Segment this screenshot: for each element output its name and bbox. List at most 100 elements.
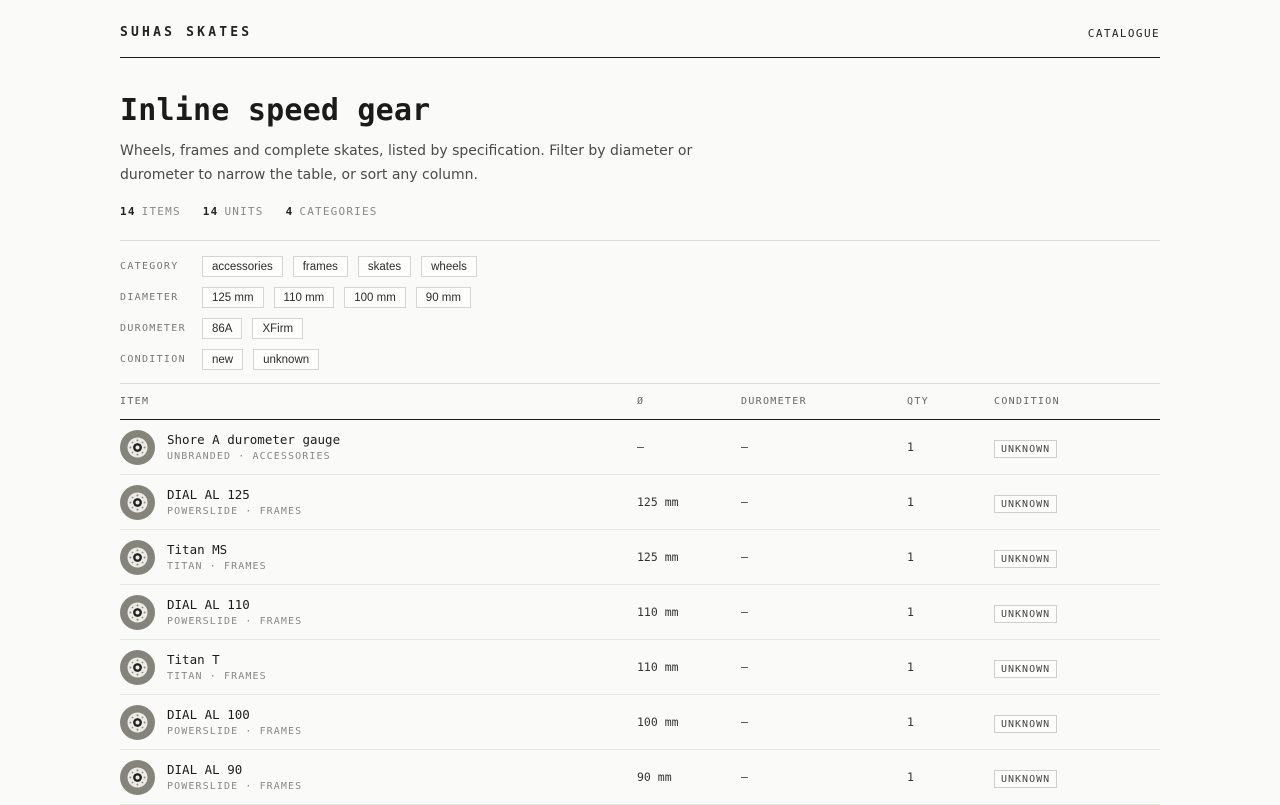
stat-value: 14 bbox=[202, 205, 219, 218]
item-name: DIAL AL 110 bbox=[167, 596, 250, 612]
diameter-cell: 100 mm bbox=[637, 715, 679, 729]
item-text: Titan MS TITAN · FRAMES bbox=[167, 542, 267, 573]
stat-value: 4 bbox=[285, 205, 294, 218]
table-row[interactable]: Titan MS TITAN · FRAMES 125 mm — 1 UNKNO… bbox=[120, 530, 1160, 585]
condition-badge: UNKNOWN bbox=[994, 604, 1058, 623]
filter-row-category: CATEGORY accessories frames skates wheel… bbox=[120, 255, 1160, 278]
item-name: Titan MS bbox=[167, 541, 228, 557]
item-text: Titan T TITAN · FRAMES bbox=[167, 652, 267, 683]
table-row[interactable]: DIAL AL 100 POWERSLIDE · FRAMES 100 mm —… bbox=[120, 695, 1160, 750]
column-header-condition[interactable]: CONDITION bbox=[994, 396, 1160, 407]
filter-chip-skates[interactable]: skates bbox=[357, 256, 412, 277]
filter-chip-frames[interactable]: frames bbox=[292, 256, 348, 277]
item-text: DIAL AL 100 POWERSLIDE · FRAMES bbox=[167, 707, 302, 738]
filter-chip-wheels[interactable]: wheels bbox=[421, 256, 477, 277]
filter-chip-86a[interactable]: 86A bbox=[202, 318, 243, 339]
condition-badge: UNKNOWN bbox=[994, 714, 1058, 733]
item-name: DIAL AL 125 bbox=[167, 486, 250, 502]
site-header: SUHAS SKATES CATALOGUE bbox=[120, 0, 1160, 58]
stat-units: 14 UNITS bbox=[203, 205, 264, 218]
column-header-durometer[interactable]: DUROMETER bbox=[741, 396, 907, 407]
durometer-cell: — bbox=[741, 605, 748, 619]
page-intro: Wheels, frames and complete skates, list… bbox=[120, 143, 693, 183]
stat-label: UNITS bbox=[224, 205, 264, 218]
item-cell: DIAL AL 100 POWERSLIDE · FRAMES bbox=[120, 704, 637, 740]
diameter-cell: 125 mm bbox=[637, 550, 679, 564]
durometer-cell: — bbox=[741, 550, 748, 564]
durometer-cell: — bbox=[741, 495, 748, 509]
item-meta: TITAN · FRAMES bbox=[167, 670, 267, 682]
condition-badge: UNKNOWN bbox=[994, 494, 1058, 513]
table-body: Shore A durometer gauge UNBRANDED · ACCE… bbox=[120, 420, 1160, 805]
filter-chip-90mm[interactable]: 90 mm bbox=[415, 287, 471, 308]
filter-chip-unknown[interactable]: unknown bbox=[253, 349, 320, 370]
column-header-item[interactable]: ITEM bbox=[120, 396, 637, 407]
condition-badge: UNKNOWN bbox=[994, 439, 1058, 458]
qty-cell: 1 bbox=[907, 440, 914, 454]
filter-label: CATEGORY bbox=[120, 261, 179, 272]
durometer-cell: — bbox=[741, 440, 748, 454]
item-name: DIAL AL 90 bbox=[167, 761, 243, 777]
filter-chip-accessories[interactable]: accessories bbox=[202, 256, 283, 277]
qty-cell: 1 bbox=[907, 605, 914, 619]
item-cell: DIAL AL 125 POWERSLIDE · FRAMES bbox=[120, 484, 637, 520]
filter-chip-110mm[interactable]: 110 mm bbox=[273, 287, 335, 308]
diameter-cell: 110 mm bbox=[637, 605, 679, 619]
durometer-cell: — bbox=[741, 715, 748, 729]
table-row[interactable]: DIAL AL 90 POWERSLIDE · FRAMES 90 mm — 1… bbox=[120, 750, 1160, 805]
diameter-cell: 110 mm bbox=[637, 660, 679, 674]
filter-chip-100mm[interactable]: 100 mm bbox=[344, 287, 406, 308]
filter-row-condition: CONDITION new unknown bbox=[120, 348, 1160, 371]
item-name: Shore A durometer gauge bbox=[167, 431, 341, 447]
stat-label: CATEGORIES bbox=[299, 205, 378, 218]
wheel-icon bbox=[120, 704, 155, 740]
page-title: Inline speed gear bbox=[120, 93, 431, 128]
condition-cell: UNKNOWN bbox=[994, 547, 1160, 568]
condition-cell: UNKNOWN bbox=[994, 492, 1160, 513]
table-row[interactable]: Shore A durometer gauge UNBRANDED · ACCE… bbox=[120, 420, 1160, 475]
item-meta: POWERSLIDE · FRAMES bbox=[167, 725, 303, 737]
qty-cell: 1 bbox=[907, 495, 914, 509]
filter-chip-new[interactable]: new bbox=[202, 349, 244, 370]
condition-cell: UNKNOWN bbox=[994, 712, 1160, 733]
filter-label: DIAMETER bbox=[120, 292, 179, 303]
item-cell: Titan MS TITAN · FRAMES bbox=[120, 539, 637, 575]
condition-cell: UNKNOWN bbox=[994, 437, 1160, 458]
table-row[interactable]: DIAL AL 110 POWERSLIDE · FRAMES 110 mm —… bbox=[120, 585, 1160, 640]
column-header-diameter[interactable]: Ø bbox=[637, 396, 741, 407]
filter-chip-125mm[interactable]: 125 mm bbox=[202, 287, 264, 308]
filter-chip-xfirm[interactable]: XFirm bbox=[252, 318, 304, 339]
item-cell: DIAL AL 90 POWERSLIDE · FRAMES bbox=[120, 759, 637, 795]
condition-cell: UNKNOWN bbox=[994, 602, 1160, 623]
nav-catalogue-link[interactable]: CATALOGUE bbox=[1088, 27, 1160, 40]
filter-row-diameter: DIAMETER 125 mm 110 mm 100 mm 90 mm bbox=[120, 286, 1160, 309]
item-cell: DIAL AL 110 POWERSLIDE · FRAMES bbox=[120, 594, 637, 630]
durometer-cell: — bbox=[741, 660, 748, 674]
item-text: DIAL AL 90 POWERSLIDE · FRAMES bbox=[167, 762, 302, 793]
wheel-icon bbox=[120, 429, 155, 465]
column-header-qty[interactable]: QTY bbox=[907, 396, 994, 407]
item-cell: Titan T TITAN · FRAMES bbox=[120, 649, 637, 685]
qty-cell: 1 bbox=[907, 715, 914, 729]
condition-badge: UNKNOWN bbox=[994, 549, 1058, 568]
item-meta: POWERSLIDE · FRAMES bbox=[167, 615, 303, 627]
qty-cell: 1 bbox=[907, 550, 914, 564]
filter-label: CONDITION bbox=[120, 354, 186, 365]
brand-logo[interactable]: SUHAS SKATES bbox=[120, 25, 252, 40]
condition-badge: UNKNOWN bbox=[994, 659, 1058, 678]
page: SUHAS SKATES CATALOGUE Inline speed gear… bbox=[120, 0, 1160, 805]
wheel-icon bbox=[120, 594, 155, 630]
table-row[interactable]: Titan T TITAN · FRAMES 110 mm — 1 UNKNOW… bbox=[120, 640, 1160, 695]
diameter-cell: 125 mm bbox=[637, 495, 679, 509]
item-meta: TITAN · FRAMES bbox=[167, 560, 267, 572]
filter-label: DUROMETER bbox=[120, 323, 186, 334]
table-row[interactable]: DIAL AL 125 POWERSLIDE · FRAMES 125 mm —… bbox=[120, 475, 1160, 530]
item-name: DIAL AL 100 bbox=[167, 706, 250, 722]
diameter-cell: — bbox=[637, 440, 644, 454]
item-name: Titan T bbox=[167, 651, 220, 667]
wheel-icon bbox=[120, 539, 155, 575]
item-meta: POWERSLIDE · FRAMES bbox=[167, 780, 303, 792]
durometer-cell: — bbox=[741, 770, 748, 784]
qty-cell: 1 bbox=[907, 660, 914, 674]
item-meta: UNBRANDED · ACCESSORIES bbox=[167, 450, 331, 462]
